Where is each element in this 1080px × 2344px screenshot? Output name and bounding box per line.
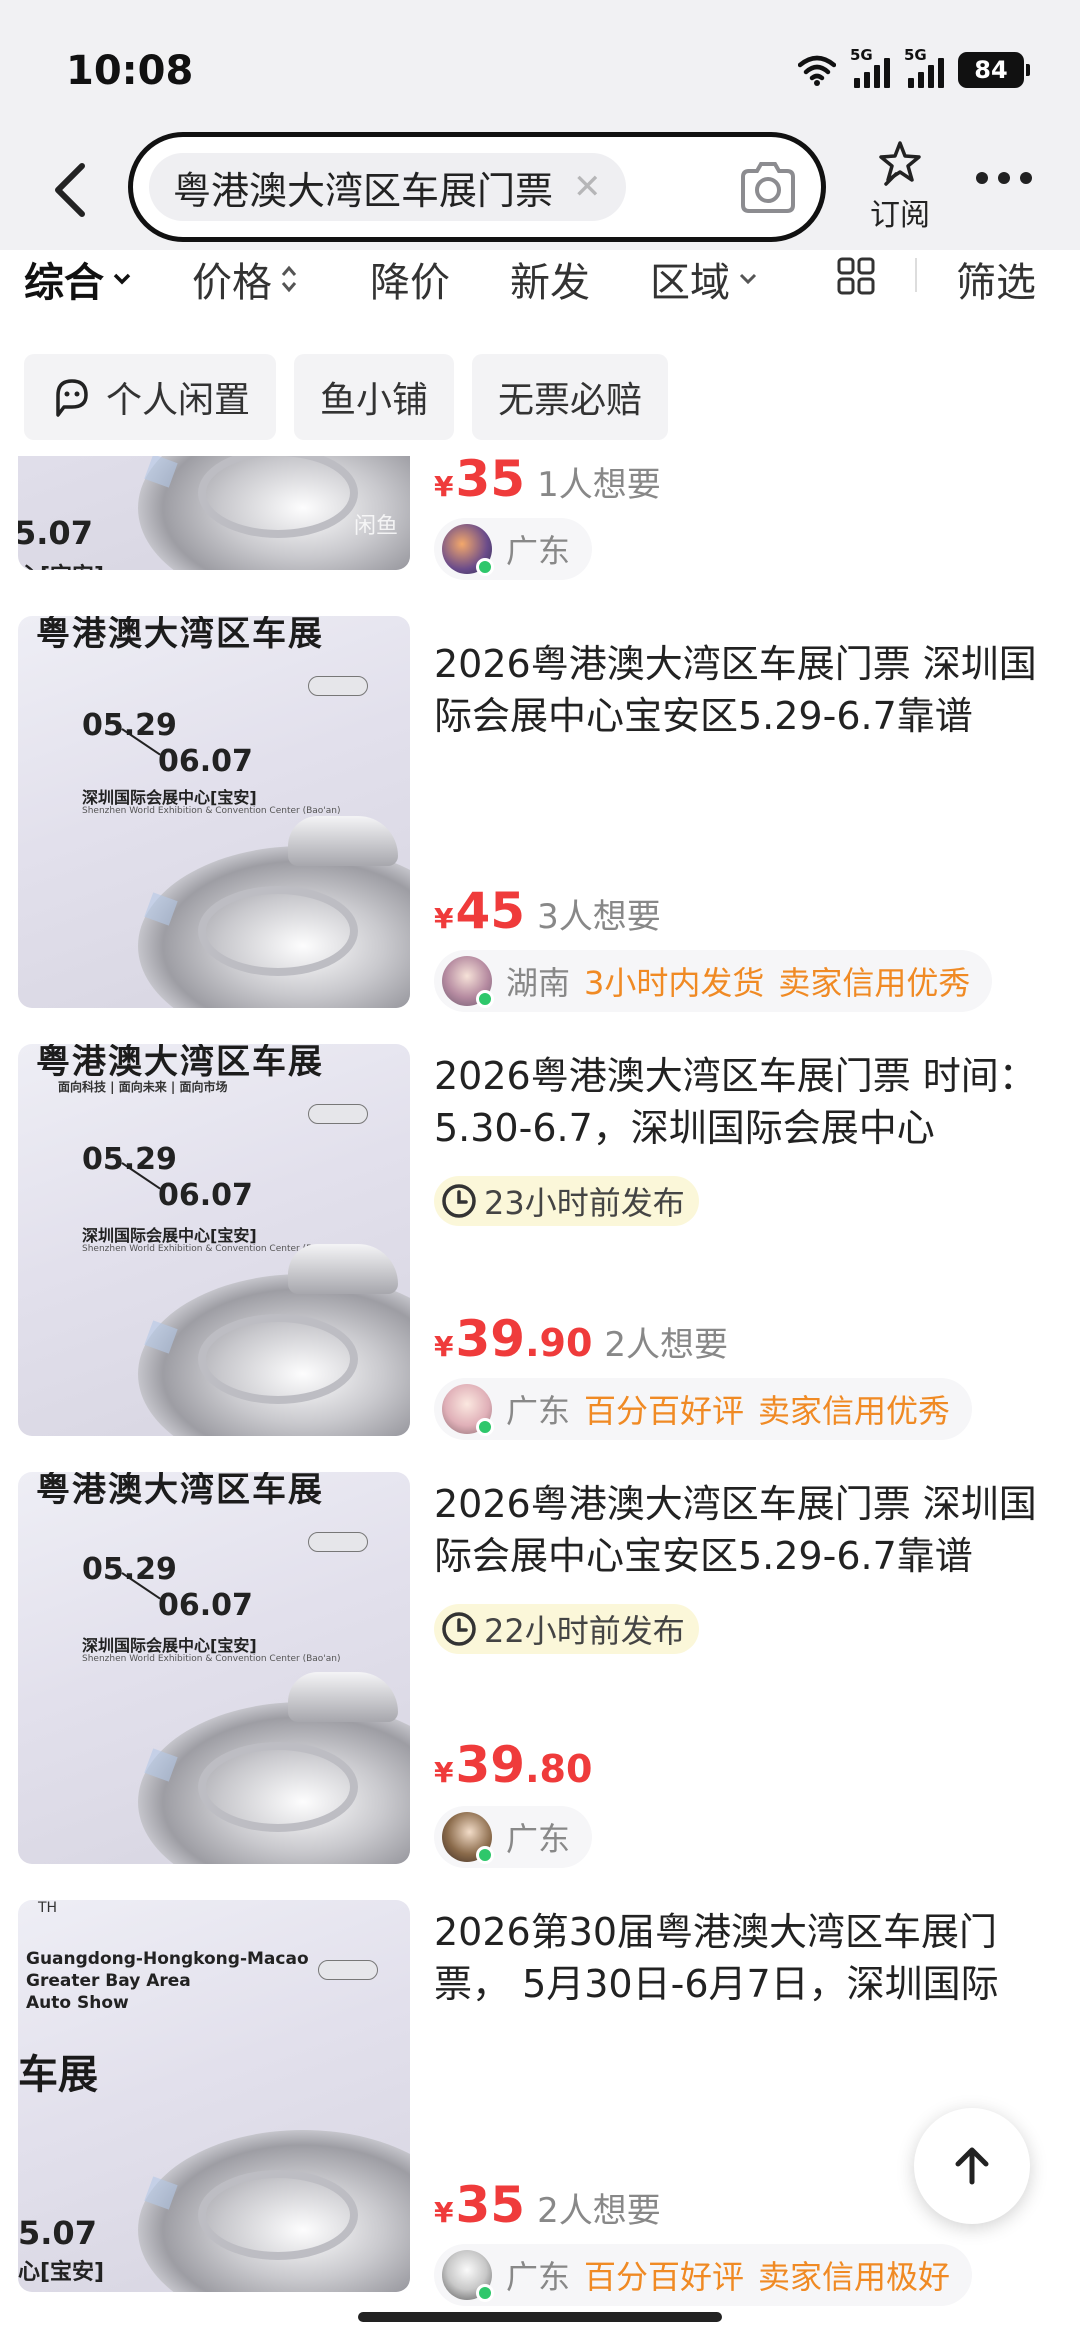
listing-list: 5.07 心[宝安] 闲鱼 ¥35 1人想要 广东 粤港澳大湾区车展 05.29… <box>0 456 1080 2344</box>
listing-thumbnail[interactable]: 粤港澳大湾区车展 05.29 06.07 深圳国际会展中心[宝安] Shenzh… <box>18 616 410 1008</box>
credit-badge: 卖家信用优秀 <box>758 1392 951 1430</box>
price-row: ¥39.90 2人想要 <box>434 1310 728 1368</box>
seller-info[interactable]: 广东 <box>434 518 593 580</box>
listing-thumbnail[interactable]: 5.07 心[宝安] 闲鱼 <box>18 456 410 570</box>
credit-badge: 卖家信用极好 <box>758 2258 951 2296</box>
listing-title: 2026粤港澳大湾区车展门票 时间：5.30-6.7，深圳国际会展中心 <box>434 1054 1037 1150</box>
seller-info[interactable]: 广东 百分百好评 卖家信用优秀 <box>434 1378 973 1440</box>
home-indicator[interactable] <box>358 2312 722 2322</box>
tag-chips: 个人闲置 鱼小铺 无票必赔 <box>24 354 669 440</box>
posted-time-badge: 22小时前发布 <box>434 1604 699 1654</box>
clock-icon <box>442 1184 476 1218</box>
filter-price[interactable]: 价格 <box>192 250 298 308</box>
search-query-text: 粤港澳大湾区车展门票 <box>173 168 554 213</box>
seller-avatar <box>442 1812 494 1864</box>
clear-query-icon[interactable]: ✕ <box>573 167 602 207</box>
tag-no-ticket-refund[interactable]: 无票必赔 <box>472 354 669 440</box>
listing-thumbnail[interactable]: TH Guangdong-Hongkong-Macao Greater Bay … <box>18 1900 410 2292</box>
search-input[interactable]: 粤港澳大湾区车展门票 ✕ <box>128 132 826 242</box>
filter-region[interactable]: 区域 <box>650 250 758 308</box>
seller-location: 广东 <box>506 532 571 570</box>
wants-count: 2人想要 <box>604 1325 729 1365</box>
filter-comprehensive[interactable]: 综合 <box>24 250 132 308</box>
subscribe-label: 订阅 <box>870 198 930 233</box>
filter-new[interactable]: 新发 <box>510 250 590 308</box>
price: ¥35 <box>434 2176 526 2234</box>
price: ¥39.90 <box>434 1310 593 1368</box>
subscribe-button[interactable]: 订阅 <box>860 140 940 234</box>
rating-badge: 百分百好评 <box>584 2258 745 2296</box>
listing-thumbnail[interactable]: 粤港澳大湾区车展 面向科技 | 面向未来 | 面向市场 05.29 06.07 … <box>18 1044 410 1436</box>
seller-avatar <box>442 2250 494 2302</box>
scroll-to-top-button[interactable] <box>914 2108 1030 2224</box>
seller-location: 广东 <box>506 2258 571 2296</box>
shipping-badge: 3小时内发货 <box>584 964 765 1002</box>
more-options-icon[interactable] <box>976 172 1032 184</box>
wants-count: 3人想要 <box>537 897 661 937</box>
divider <box>915 258 917 292</box>
seller-info[interactable]: 广东 <box>434 1806 593 1868</box>
seller-location: 湖南 <box>506 964 571 1002</box>
pin-star-icon <box>879 141 921 186</box>
tag-personal-idle[interactable]: 个人闲置 <box>24 354 277 440</box>
seller-avatar <box>442 956 494 1008</box>
listing-thumbnail[interactable]: 粤港澳大湾区车展 05.29 06.07 深圳国际会展中心[宝安] Shenzh… <box>18 1472 410 1864</box>
price: ¥35 <box>434 456 526 508</box>
person-icon <box>56 379 88 417</box>
filter-price-drop[interactable]: 降价 <box>370 250 450 308</box>
grid-view-icon[interactable] <box>836 256 876 296</box>
filter-screen[interactable]: 筛选 <box>956 250 1036 308</box>
clock-icon <box>442 1612 476 1646</box>
posted-time-badge: 23小时前发布 <box>434 1176 699 1226</box>
credit-badge: 卖家信用优秀 <box>778 964 971 1002</box>
battery-icon: 84 <box>958 52 1030 88</box>
seller-location: 广东 <box>506 1820 571 1858</box>
seller-avatar <box>442 1384 494 1436</box>
seller-location: 广东 <box>506 1392 571 1430</box>
listing-title: 2026粤港澳大湾区车展门票 深圳国际会展中心宝安区5.29-6.7靠谱 <box>434 1482 1037 1578</box>
search-query-chip[interactable]: 粤港澳大湾区车展门票 ✕ <box>149 153 626 221</box>
wants-count: 1人想要 <box>537 465 661 505</box>
price-row: ¥35 2人想要 <box>434 2176 661 2234</box>
seller-info[interactable]: 湖南 3小时内发货 卖家信用优秀 <box>434 950 993 1012</box>
listing-title: 2026第30届粤港澳大湾区车展门票， 5月30日-6月7日，深圳国际 <box>434 1910 999 2006</box>
filter-bar: 综合 价格 降价 新发 区域 筛选 <box>0 250 1080 310</box>
seller-info[interactable]: 广东 百分百好评 卖家信用极好 <box>434 2244 973 2306</box>
search-header: 粤港澳大湾区车展门票 ✕ 订阅 <box>0 120 1080 250</box>
price-row: ¥35 1人想要 <box>434 456 661 508</box>
wants-count: 2人想要 <box>537 2191 661 2231</box>
price: ¥39.80 <box>434 1736 593 1794</box>
sort-updown-icon <box>281 265 297 293</box>
listing-title: 2026粤港澳大湾区车展门票 深圳国际会展中心宝安区5.29-6.7靠谱 <box>434 642 1037 738</box>
tag-fish-shop[interactable]: 鱼小铺 <box>294 354 455 440</box>
chevron-down-icon <box>113 273 131 285</box>
price-row: ¥45 3人想要 <box>434 882 661 940</box>
status-icons: 5G 5G 84 <box>798 46 1030 88</box>
status-time: 10:08 <box>66 48 194 94</box>
wifi-icon <box>798 55 836 86</box>
price-row: ¥39.80 <box>434 1736 592 1794</box>
rating-badge: 百分百好评 <box>584 1392 745 1430</box>
status-bar: 10:08 5G 5G 84 <box>0 0 1080 140</box>
price: ¥45 <box>434 882 526 940</box>
arrow-up-icon <box>955 2147 989 2185</box>
camera-icon[interactable] <box>737 159 799 217</box>
back-arrow-icon[interactable] <box>46 160 96 220</box>
chevron-down-icon <box>739 273 757 285</box>
cell-signal-icon-1: 5G <box>850 46 890 88</box>
seller-avatar <box>442 524 494 576</box>
cell-signal-icon-2: 5G <box>904 46 944 88</box>
